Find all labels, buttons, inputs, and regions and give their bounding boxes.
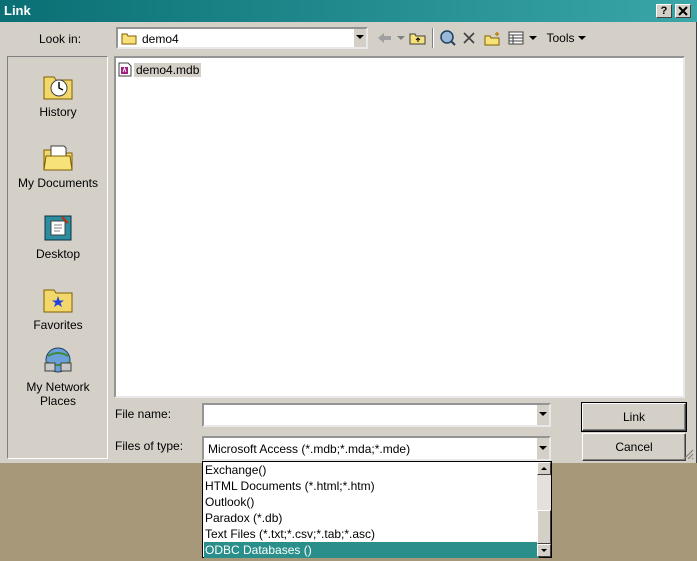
tools-menu-button[interactable]: Tools xyxy=(543,29,589,47)
places-item-favorites[interactable]: Favorites xyxy=(8,284,108,332)
file-name: demo4.mdb xyxy=(134,62,202,77)
chevron-down-icon xyxy=(539,445,547,450)
desktop-icon xyxy=(44,215,72,241)
file-item[interactable]: demo4.mdb xyxy=(118,61,202,78)
tools-label: Tools xyxy=(546,31,575,45)
files-of-type-value: Microsoft Access (*.mdb;*.mda;*.mde) xyxy=(208,442,411,456)
up-one-level-button[interactable] xyxy=(408,29,428,47)
dropdown-option[interactable]: Outlook() xyxy=(204,494,539,510)
delete-button[interactable] xyxy=(460,29,478,47)
chevron-down-icon xyxy=(539,412,547,416)
views-list-icon xyxy=(508,31,524,45)
places-label: My Network Places xyxy=(26,380,90,408)
dropdown-option[interactable]: Paradox (*.db) xyxy=(204,510,539,526)
scroll-up-button[interactable] xyxy=(537,462,551,475)
places-bar: History My Documents Desktop Favorites M… xyxy=(7,56,108,459)
history-icon xyxy=(43,76,73,100)
files-of-type-label: Files of type: xyxy=(115,439,184,453)
back-dropdown-button[interactable] xyxy=(396,29,406,47)
dropdown-option-selected[interactable]: ODBC Databases () xyxy=(204,542,539,558)
dropdown-scrollbar[interactable] xyxy=(537,462,551,557)
look-in-label: Look in: xyxy=(39,32,82,46)
back-arrow-icon xyxy=(378,33,391,43)
chevron-down-icon xyxy=(529,35,537,40)
chevron-down-icon xyxy=(356,35,364,39)
places-label: Desktop xyxy=(35,247,81,261)
resize-grip-icon[interactable] xyxy=(682,448,694,460)
chevron-down-icon xyxy=(397,35,405,40)
cancel-button[interactable]: Cancel xyxy=(582,433,686,461)
link-button[interactable]: Link xyxy=(581,402,687,432)
dropdown-option[interactable]: Exchange() xyxy=(204,462,539,478)
places-label: History xyxy=(39,105,77,119)
files-of-type-dropdown-list[interactable]: Exchange() HTML Documents (*.html;*.htm)… xyxy=(202,461,552,558)
toolbar-separator xyxy=(432,28,434,48)
up-folder-icon xyxy=(409,33,426,45)
chevron-down-icon xyxy=(541,549,547,552)
chevron-up-icon xyxy=(541,467,547,470)
files-of-type-dropdown-button[interactable] xyxy=(536,438,549,459)
favorites-folder-icon xyxy=(43,289,73,313)
look-in-dropdown-button[interactable] xyxy=(353,29,366,47)
back-button[interactable] xyxy=(376,29,394,47)
views-button[interactable] xyxy=(507,29,525,47)
search-web-icon xyxy=(440,30,456,46)
places-item-my-network-places[interactable]: My Network Places xyxy=(8,346,108,408)
link-dialog: Link ? Look in: demo4 Tools History My D… xyxy=(0,0,697,463)
close-icon xyxy=(678,6,688,16)
files-of-type-combo[interactable]: Microsoft Access (*.mdb;*.mda;*.mde) xyxy=(202,436,551,461)
new-folder-button[interactable] xyxy=(483,29,503,47)
file-name-label: File name: xyxy=(115,407,172,421)
help-button[interactable]: ? xyxy=(656,4,672,18)
views-dropdown-button[interactable] xyxy=(528,29,538,47)
file-list[interactable]: demo4.mdb xyxy=(114,56,685,398)
places-label: Favorites xyxy=(33,318,83,332)
look-in-combo[interactable]: demo4 xyxy=(116,27,368,49)
window-title: Link xyxy=(4,3,31,18)
chevron-down-icon xyxy=(577,35,586,40)
close-button[interactable] xyxy=(675,4,691,18)
places-label: My Documents xyxy=(17,176,99,190)
new-folder-icon xyxy=(484,31,500,45)
my-documents-icon xyxy=(43,145,73,171)
file-name-combo[interactable] xyxy=(202,403,551,427)
places-item-desktop[interactable]: Desktop xyxy=(8,213,108,261)
folder-icon xyxy=(121,33,137,45)
places-item-history[interactable]: History xyxy=(8,71,108,119)
file-name-dropdown-button[interactable] xyxy=(536,405,549,425)
dropdown-option[interactable]: Text Files (*.txt;*.csv;*.tab;*.asc) xyxy=(204,526,539,542)
search-web-button[interactable] xyxy=(438,29,458,47)
scroll-down-button[interactable] xyxy=(537,544,551,557)
network-places-icon xyxy=(44,347,72,373)
title-bar[interactable]: Link ? xyxy=(0,0,697,22)
delete-x-icon xyxy=(463,32,475,44)
access-database-file-icon xyxy=(118,62,132,77)
scroll-thumb[interactable] xyxy=(537,510,551,544)
dropdown-option[interactable]: HTML Documents (*.html;*.htm) xyxy=(204,478,539,494)
places-item-my-documents[interactable]: My Documents xyxy=(8,142,108,190)
look-in-value: demo4 xyxy=(142,32,179,46)
